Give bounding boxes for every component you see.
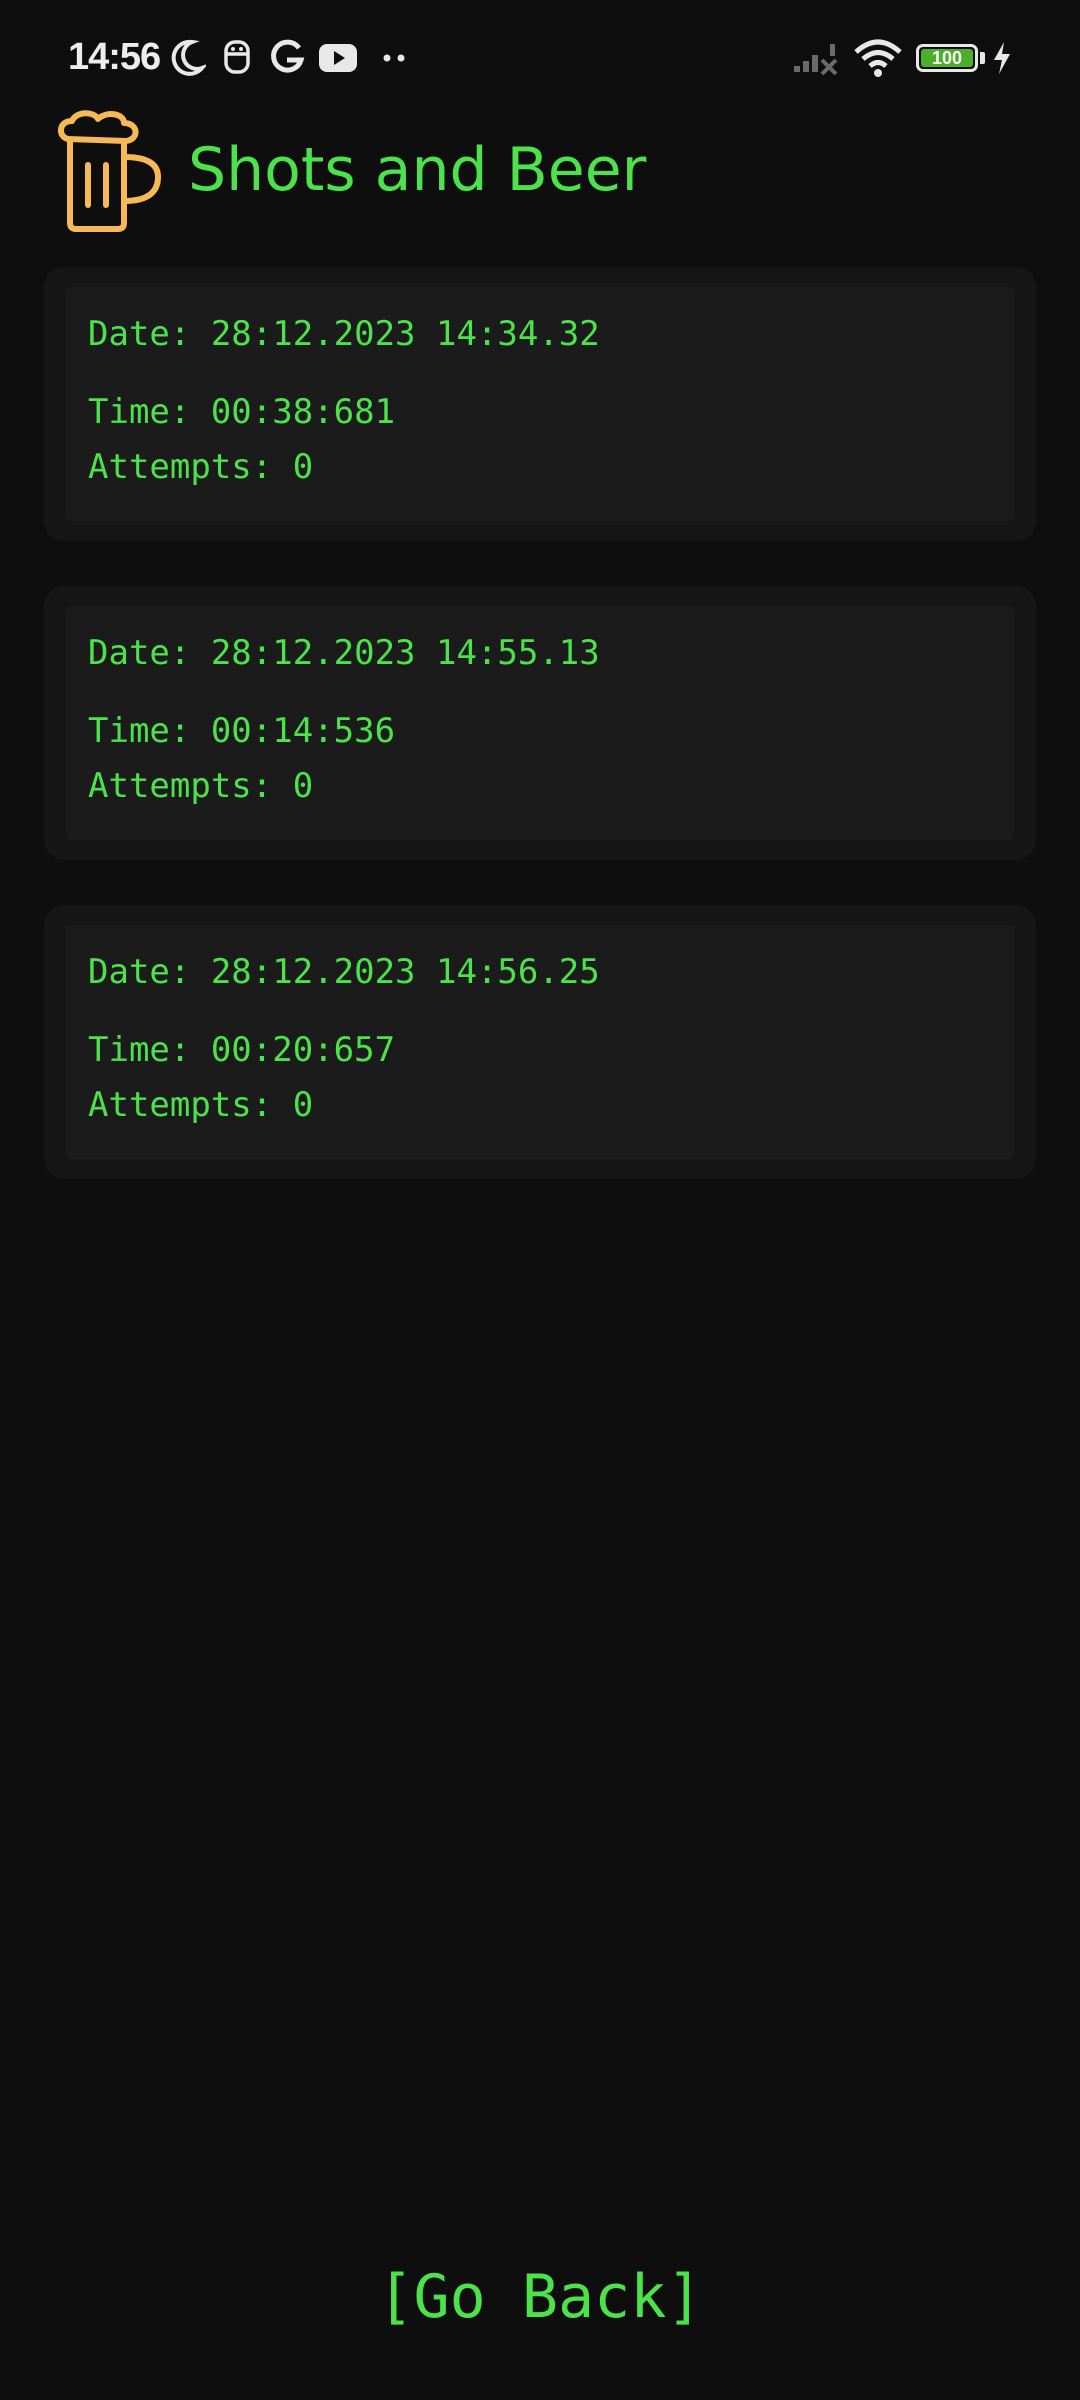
record-time: Time: 00:20:657 bbox=[88, 1030, 396, 1070]
status-time: 14:56 bbox=[68, 36, 161, 78]
status-bar: 14:56 100 bbox=[0, 0, 1080, 110]
signal-off-icon bbox=[792, 36, 844, 80]
wifi-icon bbox=[854, 36, 902, 80]
record-card: Date: 28:12.2023 14:55.13 Time: 00:14:53… bbox=[44, 586, 1036, 860]
battery-nub bbox=[980, 52, 985, 64]
record-card-inner: Date: 28:12.2023 14:34.32 Time: 00:38:68… bbox=[66, 287, 1014, 521]
app-header: Shots and Beer bbox=[0, 105, 1080, 235]
battery-level: 100 bbox=[931, 48, 963, 68]
face-icon bbox=[222, 36, 252, 80]
beer-mug-icon bbox=[54, 109, 166, 233]
record-attempts: Attempts: 0 bbox=[88, 447, 314, 487]
charging-bolt-icon bbox=[990, 36, 1014, 80]
record-card: Date: 28:12.2023 14:56.25 Time: 00:20:65… bbox=[44, 905, 1036, 1179]
record-attempts: Attempts: 0 bbox=[88, 766, 314, 806]
record-date: Date: 28:12.2023 14:56.25 bbox=[88, 952, 600, 992]
record-card-inner: Date: 28:12.2023 14:55.13 Time: 00:14:53… bbox=[66, 606, 1014, 840]
go-back-button[interactable]: [Go Back] bbox=[0, 2262, 1080, 2332]
youtube-icon bbox=[318, 36, 358, 80]
records-list: Date: 28:12.2023 14:34.32 Time: 00:38:68… bbox=[44, 267, 1036, 1224]
record-time: Time: 00:38:681 bbox=[88, 392, 396, 432]
battery-fill: 100 bbox=[921, 48, 973, 68]
record-attempts: Attempts: 0 bbox=[88, 1085, 314, 1125]
google-icon bbox=[268, 36, 306, 80]
record-card: Date: 28:12.2023 14:34.32 Time: 00:38:68… bbox=[44, 267, 1036, 541]
battery-icon: 100 bbox=[916, 44, 978, 72]
moon-icon bbox=[168, 36, 206, 80]
app-title: Shots and Beer bbox=[188, 135, 647, 205]
more-dots-icon bbox=[380, 36, 410, 80]
record-card-inner: Date: 28:12.2023 14:56.25 Time: 00:20:65… bbox=[66, 925, 1014, 1159]
record-date: Date: 28:12.2023 14:34.32 bbox=[88, 314, 600, 354]
record-time: Time: 00:14:536 bbox=[88, 711, 396, 751]
record-date: Date: 28:12.2023 14:55.13 bbox=[88, 633, 600, 673]
